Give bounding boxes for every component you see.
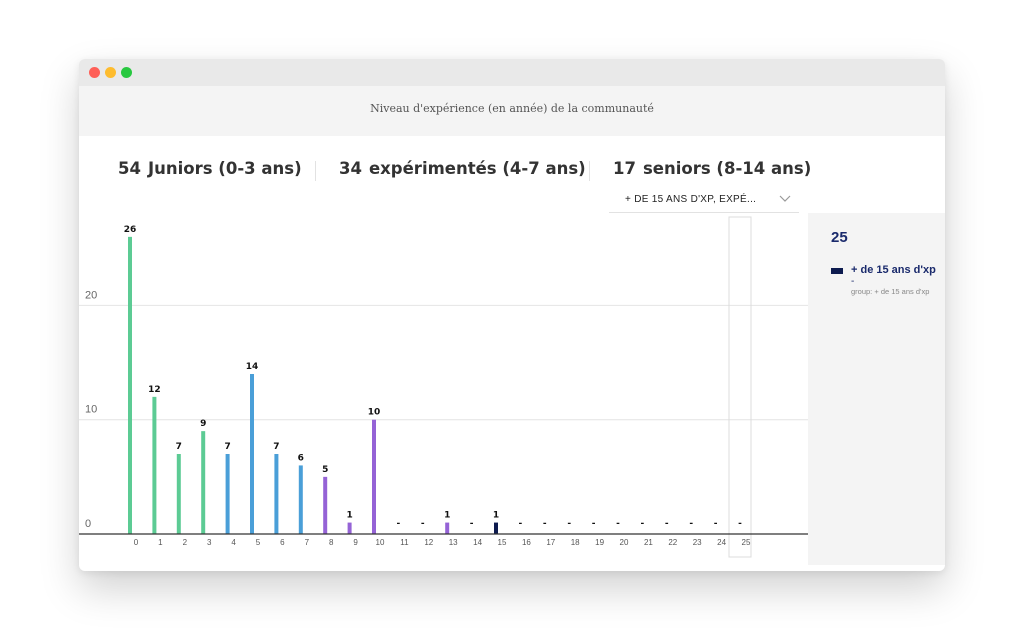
group-select-value: + DE 15 ANS D'XP, EXPÉ... xyxy=(625,194,757,205)
x-tick-label-15: 15 xyxy=(498,538,507,547)
x-tick-label-20: 20 xyxy=(620,538,629,547)
x-tick-label-24: 24 xyxy=(717,538,726,547)
data-label-3: 9 xyxy=(200,419,206,429)
data-label-11: - xyxy=(397,519,401,529)
data-label-2: 7 xyxy=(176,442,182,452)
data-label-17: - xyxy=(543,519,547,529)
data-label-20: - xyxy=(616,519,620,529)
data-label-24: - xyxy=(714,519,718,529)
x-tick-label-23: 23 xyxy=(693,538,702,547)
x-tick-label-22: 22 xyxy=(668,538,677,547)
panel-group-label: group: + de 15 ans d'xp xyxy=(851,287,930,296)
x-tick-label-11: 11 xyxy=(400,538,409,547)
stat-experimentes: 34 expérimentés (4-7 ans) xyxy=(339,159,586,178)
stat-seniors-label: seniors (8-14 ans) xyxy=(642,159,812,178)
app-window: Niveau d'expérience (en année) de la com… xyxy=(79,59,945,571)
panel-series-value: - xyxy=(851,276,855,287)
data-label-23: - xyxy=(689,519,693,529)
chart-header: Niveau d'expérience (en année) de la com… xyxy=(79,86,945,136)
data-label-10: 10 xyxy=(368,408,381,418)
data-label-0: 26 xyxy=(124,225,137,235)
x-tick-label-17: 17 xyxy=(546,538,555,547)
x-tick-label-18: 18 xyxy=(571,538,580,547)
x-tick-label-9: 9 xyxy=(353,538,358,547)
data-label-18: - xyxy=(567,519,571,529)
maximize-window-button[interactable] xyxy=(121,67,132,78)
panel-series-name: + de 15 ans d'xp xyxy=(851,264,936,276)
x-tick-label-8: 8 xyxy=(329,538,334,547)
stat-juniors-label: Juniors (0-3 ans) xyxy=(147,159,302,178)
bar-10 xyxy=(372,419,376,534)
stat-seniors: 17 seniors (8-14 ans) xyxy=(613,159,811,178)
data-label-1: 12 xyxy=(148,385,161,395)
data-label-16: - xyxy=(519,519,523,529)
chart-title: Niveau d'expérience (en année) de la com… xyxy=(370,102,654,115)
data-label-25: - xyxy=(738,519,742,529)
bar-7 xyxy=(298,465,303,534)
tooltip-panel: 25 + de 15 ans d'xp - group: + de 15 ans… xyxy=(808,213,945,565)
y-tick-label: 10 xyxy=(85,404,97,416)
stat-experimentes-count: 34 xyxy=(339,159,362,178)
x-tick-label-0: 0 xyxy=(134,538,139,547)
data-label-12: - xyxy=(421,519,425,529)
chevron-down-icon xyxy=(779,193,791,206)
highlight-column xyxy=(728,216,752,558)
stat-juniors-count: 54 xyxy=(118,159,141,178)
data-label-13: 1 xyxy=(444,511,450,521)
data-label-8: 5 xyxy=(322,465,328,475)
bar-0 xyxy=(128,236,132,534)
x-tick-label-13: 13 xyxy=(449,538,458,547)
bar-13 xyxy=(445,522,450,534)
x-tick-label-21: 21 xyxy=(644,538,653,547)
data-label-4: 7 xyxy=(224,442,230,452)
x-tick-label-1: 1 xyxy=(158,538,163,547)
data-label-14: - xyxy=(470,519,474,529)
data-label-6: 7 xyxy=(273,442,279,452)
bar-8 xyxy=(323,476,328,534)
stat-divider xyxy=(315,161,316,181)
data-label-15: 1 xyxy=(493,511,499,521)
stat-juniors: 54 Juniors (0-3 ans) xyxy=(118,159,302,178)
bar-6 xyxy=(274,454,279,534)
x-tick-label-16: 16 xyxy=(522,538,531,547)
window-titlebar xyxy=(79,59,945,86)
x-tick-label-12: 12 xyxy=(424,538,433,547)
bar-9 xyxy=(347,522,352,534)
data-label-5: 14 xyxy=(246,362,259,372)
x-tick-label-19: 19 xyxy=(595,538,604,547)
x-tick-label-4: 4 xyxy=(231,538,236,547)
bar-5 xyxy=(250,374,254,534)
bar-3 xyxy=(201,431,206,534)
x-tick-label-3: 3 xyxy=(207,538,212,547)
bar-2 xyxy=(176,454,181,534)
x-tick-label-25: 25 xyxy=(742,538,751,547)
stat-experimentes-label: expérimentés (4-7 ans) xyxy=(368,159,586,178)
bar-4 xyxy=(225,454,230,534)
x-tick-label-10: 10 xyxy=(376,538,385,547)
stats-row: 54 Juniors (0-3 ans) 34 expérimentés (4-7 … xyxy=(79,159,945,185)
stat-divider xyxy=(589,161,590,181)
bar-chart: 01020260121729374145766758191010-11-1211… xyxy=(79,216,808,558)
x-tick-label-7: 7 xyxy=(305,538,310,547)
bar-15 xyxy=(494,522,498,534)
data-label-22: - xyxy=(665,519,669,529)
data-label-7: 6 xyxy=(298,453,304,463)
y-tick-label: 0 xyxy=(85,518,91,530)
series-swatch xyxy=(831,268,843,274)
y-tick-label: 20 xyxy=(85,289,97,301)
panel-category-value: 25 xyxy=(831,229,848,246)
data-label-21: - xyxy=(641,519,645,529)
minimize-window-button[interactable] xyxy=(105,67,116,78)
close-window-button[interactable] xyxy=(89,67,100,78)
x-tick-label-5: 5 xyxy=(256,538,261,547)
data-label-19: - xyxy=(592,519,596,529)
x-tick-label-14: 14 xyxy=(473,538,482,547)
x-tick-label-2: 2 xyxy=(183,538,188,547)
x-tick-label-6: 6 xyxy=(280,538,285,547)
bar-1 xyxy=(152,396,157,534)
stat-seniors-count: 17 xyxy=(613,159,636,178)
data-label-9: 1 xyxy=(346,511,352,521)
